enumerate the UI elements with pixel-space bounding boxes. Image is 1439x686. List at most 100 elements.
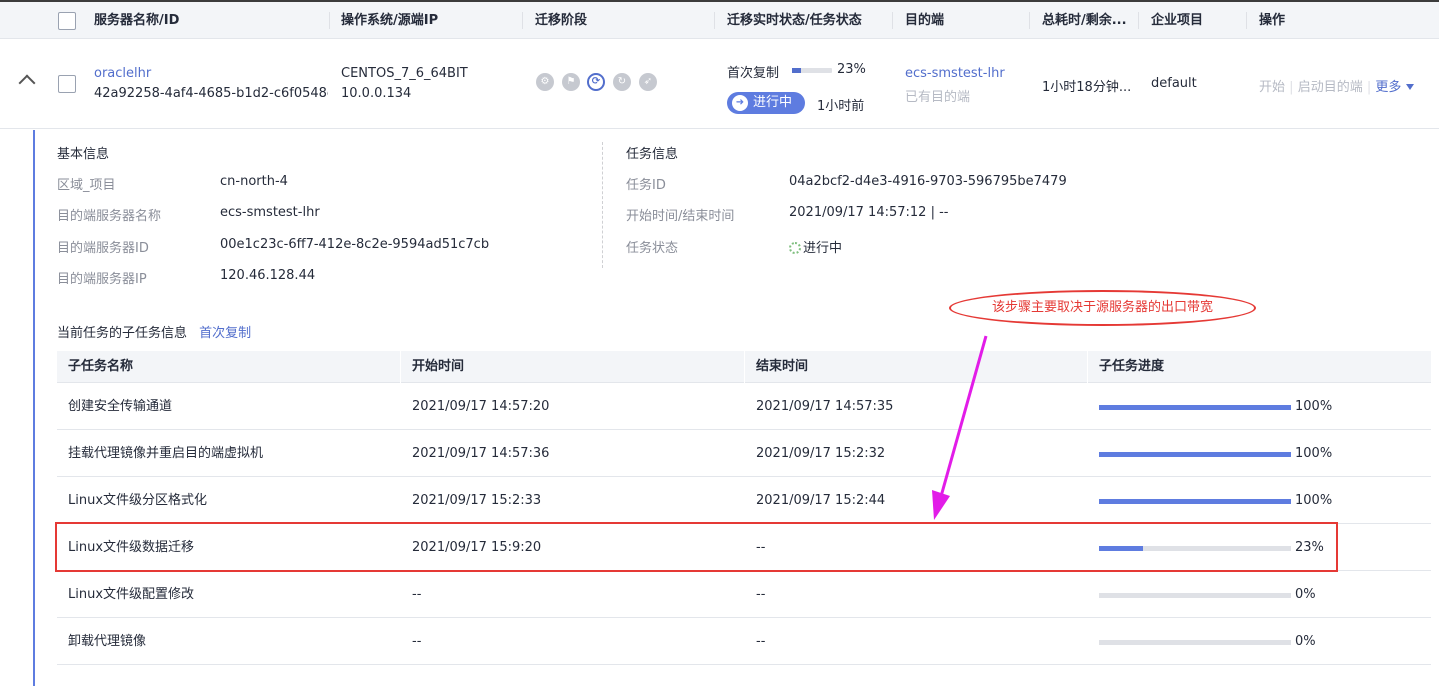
col-start-time: 开始时间: [412, 359, 465, 374]
replication-progress-fill: [792, 68, 802, 73]
task-id-label: 任务ID: [626, 178, 666, 193]
region-value: cn-north-4: [220, 174, 288, 189]
subtask-name: 卸载代理镜像: [68, 634, 147, 649]
task-state-text: 进行中: [803, 241, 843, 256]
start-button[interactable]: 开始: [1259, 80, 1285, 95]
header-time[interactable]: 总耗时/剩余...: [1042, 2, 1127, 39]
launch-target-button[interactable]: 启动目的端: [1298, 80, 1363, 95]
collapse-chevron-icon[interactable]: [18, 74, 36, 92]
subtask-progress-bar: [1099, 593, 1291, 598]
header-ops: 操作: [1259, 13, 1286, 28]
elapsed-time: 1小时前: [817, 99, 865, 114]
subtask-name: Linux文件级配置修改: [68, 587, 195, 602]
subtask-percent: 0%: [1295, 587, 1316, 602]
table-row: Linux文件级分区格式化 2021/09/17 15:2:33 2021/09/1…: [57, 477, 1431, 524]
more-dropdown[interactable]: 更多: [1375, 80, 1401, 95]
replication-label: 首次复制: [727, 66, 780, 81]
subtask-name: Linux文件级分区格式化: [68, 493, 208, 508]
col-progress: 子任务进度: [1099, 359, 1165, 374]
target-ip-value: 120.46.128.44: [220, 268, 316, 283]
arrow-right-icon: ➜: [732, 95, 748, 111]
rocket-icon: ➶: [639, 73, 657, 91]
server-row: oraclelhr 42a92258-4af4-4685-b1d2-c6f054…: [0, 39, 1439, 129]
subtask-percent: 100%: [1295, 446, 1333, 461]
task-time-label: 开始时间/结束时间: [626, 209, 735, 224]
subtask-table-header: 子任务名称 开始时间 结束时间 子任务进度: [57, 351, 1431, 383]
subtask-percent: 0%: [1295, 634, 1316, 649]
server-name-link[interactable]: oraclelhr: [94, 66, 151, 81]
task-state-badge: ➜ 进行中: [727, 92, 805, 114]
target-id-value: 00e1c23c-6ff7-412e-8c2e-9594ad51c7cb: [220, 237, 490, 252]
header-divider: [1138, 12, 1139, 29]
task-id-value: 04a2bcf2-d4e3-4916-9703-596795be7479: [789, 174, 1067, 189]
task-state-text: 进行中: [753, 95, 793, 110]
subtask-start: --: [412, 587, 422, 602]
subtask-name: 挂载代理镜像并重启目的端虚拟机: [68, 446, 264, 461]
subtask-end: --: [756, 587, 766, 602]
subtask-percent: 100%: [1295, 399, 1333, 414]
row-checkbox[interactable]: [58, 75, 76, 93]
subtask-end: 2021/09/17 15:2:32: [756, 446, 886, 461]
target-ip-label: 目的端服务器IP: [57, 272, 147, 287]
header-divider: [329, 12, 330, 29]
header-os-ip[interactable]: 操作系统/源端IP: [341, 2, 438, 39]
header-divider: [400, 351, 401, 383]
table-row: Linux文件级配置修改 -- -- 0%: [57, 571, 1431, 618]
subtask-progress-bar: [1099, 452, 1291, 457]
detail-panel: 基本信息 区域_项目 cn-north-4 目的端服务器名称 ecs-smste…: [0, 130, 1439, 686]
table-row: 创建安全传输通道 2021/09/17 14:57:20 2021/09/17 14…: [57, 383, 1431, 430]
header-status[interactable]: 迁移实时状态/任务状态: [727, 2, 862, 39]
table-row: 挂载代理镜像并重启目的端虚拟机 2021/09/17 14:57:36 2021/0…: [57, 430, 1431, 477]
subtask-progress-bar: [1099, 405, 1291, 410]
header-server-name[interactable]: 服务器名称/ID: [94, 2, 179, 39]
ops-divider: |: [1366, 80, 1372, 95]
enterprise-project: default: [1151, 76, 1197, 91]
header-divider: [744, 351, 745, 383]
loading-spinner-icon: [789, 242, 801, 254]
header-target[interactable]: 目的端: [905, 2, 944, 39]
subtask-progress-fill: [1099, 452, 1291, 457]
chevron-down-icon[interactable]: [1406, 84, 1415, 90]
server-id: 42a92258-4af4-4685-b1d2-c6f0548ed: [94, 86, 328, 101]
select-all-checkbox[interactable]: [58, 12, 76, 30]
subtask-end: 2021/09/17 15:2:44: [756, 493, 886, 508]
gear-icon: ⚙: [536, 73, 554, 91]
subtask-progress-fill: [1099, 405, 1291, 410]
col-subtask-name: 子任务名称: [68, 359, 134, 374]
subtask-start: 2021/09/17 15:2:33: [412, 493, 542, 508]
server-ip: 10.0.0.134: [341, 86, 412, 101]
header-divider: [522, 12, 523, 29]
header-project[interactable]: 企业项目: [1151, 2, 1203, 39]
target-name-label: 目的端服务器名称: [57, 209, 162, 224]
ops-divider: |: [1289, 80, 1294, 95]
first-replication-link[interactable]: 首次复制: [199, 326, 251, 341]
header-divider: [714, 12, 715, 29]
subtask-title-text: 当前任务的子任务信息: [57, 326, 188, 341]
subtask-progress-bar: [1099, 499, 1291, 504]
flag-icon: ⚑: [562, 73, 580, 91]
target-name-value: ecs-smstest-lhr: [220, 205, 320, 220]
target-id-label: 目的端服务器ID: [57, 241, 149, 256]
target-server-link[interactable]: ecs-smstest-lhr: [905, 66, 1005, 81]
replication-progress-bar: [792, 68, 832, 73]
subtask-start: --: [412, 634, 422, 649]
header-stage[interactable]: 迁移阶段: [535, 2, 587, 39]
subtask-end: --: [756, 634, 766, 649]
operations: 开始 | 启动目的端 | 更多: [1259, 76, 1415, 95]
table-header: 服务器名称/ID 操作系统/源端IP 迁移阶段 迁移实时状态/任务状态 目的端 …: [0, 2, 1439, 39]
col-end-time: 结束时间: [756, 359, 809, 374]
task-info-title: 任务信息: [626, 147, 679, 162]
subtask-name: 创建安全传输通道: [68, 399, 173, 414]
sync-icon: ⟳: [587, 73, 605, 91]
target-note: 已有目的端: [905, 90, 971, 105]
replication-percent: 23%: [837, 62, 866, 77]
subtask-progress-bar: [1099, 640, 1291, 645]
refresh-icon: ↻: [613, 73, 631, 91]
header-divider: [892, 12, 893, 29]
region-label: 区域_项目: [57, 178, 116, 193]
header-divider: [1246, 12, 1247, 29]
total-time: 1小时18分钟...: [1042, 80, 1132, 95]
subtask-start: 2021/09/17 14:57:36: [412, 446, 550, 461]
table-row: 卸载代理镜像 -- -- 0%: [57, 618, 1431, 665]
subtask-progress-fill: [1099, 499, 1291, 504]
